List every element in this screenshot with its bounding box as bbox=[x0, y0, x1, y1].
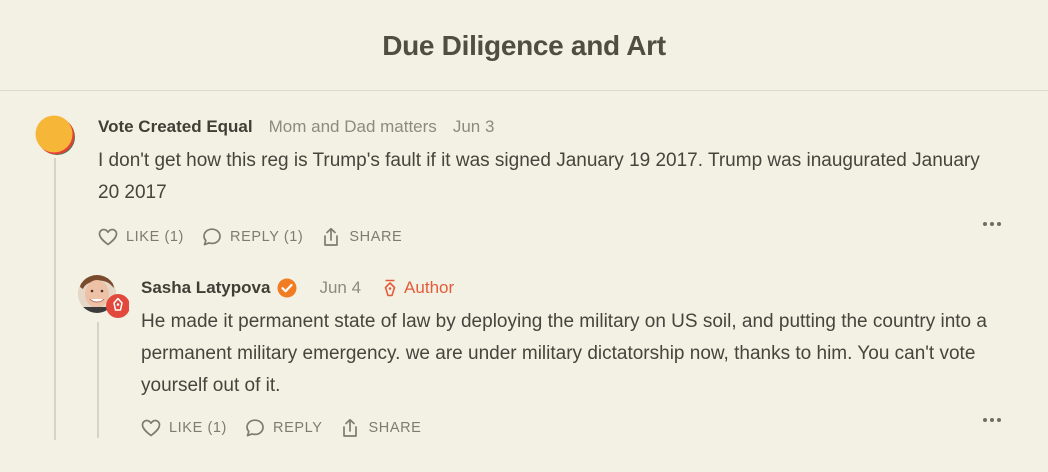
thread-line[interactable] bbox=[54, 158, 56, 440]
comment-meta: Sasha Latypova Jun 4 Author bbox=[141, 276, 1021, 300]
like-button[interactable]: LIKE (1) bbox=[141, 419, 227, 437]
comment-actions: LIKE (1) REPLY (1) SHARE bbox=[98, 227, 998, 247]
ellipsis-icon bbox=[983, 222, 1001, 226]
page-header: Due Diligence and Art bbox=[0, 0, 1048, 91]
publication-title[interactable]: Due Diligence and Art bbox=[382, 30, 666, 62]
reply-thread-line[interactable] bbox=[97, 322, 99, 438]
author-badge-label: Author bbox=[404, 278, 455, 297]
share-label: SHARE bbox=[368, 420, 422, 436]
heart-icon bbox=[98, 228, 118, 246]
reply-button[interactable]: REPLY bbox=[245, 418, 322, 438]
author-badge: Author bbox=[383, 278, 454, 298]
share-label: SHARE bbox=[349, 229, 403, 245]
comments-page: Due Diligence and Art Vote Created Equal… bbox=[0, 0, 1048, 472]
comment: Vote Created Equal Mom and Dad matters J… bbox=[98, 115, 998, 247]
comment-date[interactable]: Jun 4 bbox=[319, 278, 361, 298]
like-label: LIKE (1) bbox=[169, 420, 227, 436]
speech-bubble-icon bbox=[246, 419, 264, 437]
orange-circle-avatar-icon[interactable] bbox=[34, 114, 76, 156]
pen-nib-icon bbox=[384, 279, 396, 297]
share-button[interactable]: SHARE bbox=[340, 418, 421, 438]
more-options-button[interactable] bbox=[983, 222, 1001, 226]
verified-check-icon bbox=[277, 278, 297, 298]
comment-date[interactable]: Jun 3 bbox=[453, 117, 495, 137]
speech-bubble-icon bbox=[203, 228, 221, 246]
reply-comment: Sasha Latypova Jun 4 Author He made it p… bbox=[141, 276, 1021, 438]
share-icon bbox=[324, 227, 339, 246]
comment-body: I don't get how this reg is Trump's faul… bbox=[98, 150, 980, 203]
share-icon bbox=[343, 418, 358, 437]
ellipsis-icon bbox=[983, 418, 1001, 422]
more-options-button[interactable] bbox=[983, 418, 1001, 422]
comment-author[interactable]: Sasha Latypova bbox=[141, 278, 270, 298]
like-button[interactable]: LIKE (1) bbox=[98, 228, 184, 246]
heart-icon bbox=[141, 419, 161, 437]
comment-body: He made it permanent state of law by dep… bbox=[141, 311, 987, 396]
comment-author[interactable]: Vote Created Equal bbox=[98, 117, 253, 137]
photo-avatar-icon[interactable] bbox=[77, 273, 130, 321]
comment-meta: Vote Created Equal Mom and Dad matters J… bbox=[98, 115, 998, 139]
like-label: LIKE (1) bbox=[126, 229, 184, 245]
reply-button[interactable]: REPLY (1) bbox=[202, 227, 303, 247]
reply-label: REPLY (1) bbox=[230, 229, 304, 245]
comment-actions: LIKE (1) REPLY SHARE bbox=[141, 418, 1021, 438]
reply-label: REPLY bbox=[273, 420, 323, 436]
share-button[interactable]: SHARE bbox=[321, 227, 402, 247]
comment-author-subtitle[interactable]: Mom and Dad matters bbox=[269, 117, 437, 137]
